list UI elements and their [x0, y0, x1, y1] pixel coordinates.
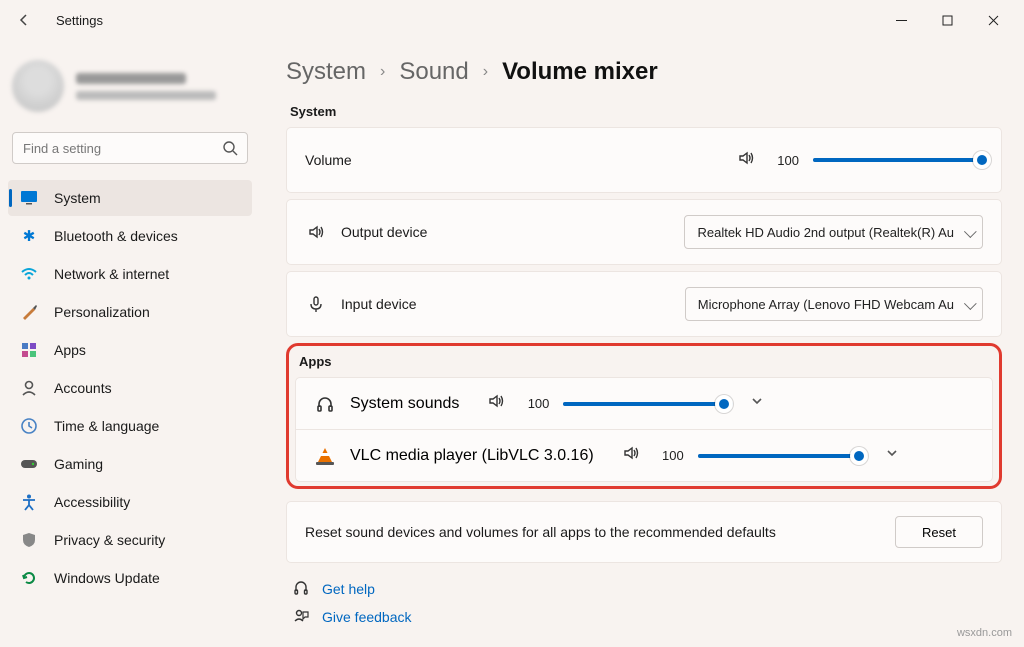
update-icon	[20, 569, 38, 587]
account-block[interactable]	[8, 52, 252, 130]
avatar	[12, 60, 64, 112]
gaming-icon	[20, 455, 38, 473]
back-button[interactable]	[8, 4, 40, 36]
headphones-icon	[314, 395, 336, 413]
nav-accounts[interactable]: Accounts	[8, 370, 252, 406]
input-device-label: Input device	[341, 296, 417, 312]
shield-icon	[20, 531, 38, 549]
minimize-button[interactable]	[878, 4, 924, 36]
watermark: wsxdn.com	[957, 627, 1012, 639]
nav-windows-update[interactable]: Windows Update	[8, 560, 252, 596]
person-icon	[20, 379, 38, 397]
app-volume-slider[interactable]	[698, 446, 868, 466]
search-icon	[222, 140, 238, 161]
volume-label: Volume	[305, 152, 352, 168]
nav-label: Bluetooth & devices	[54, 228, 178, 244]
output-device-selected: Realtek HD Audio 2nd output (Realtek(R) …	[697, 225, 954, 240]
nav-personalization[interactable]: Personalization	[8, 294, 252, 330]
get-help-text[interactable]: Get help	[322, 581, 375, 597]
speaker-icon[interactable]	[737, 149, 755, 172]
window-title: Settings	[56, 13, 103, 28]
nav-accessibility[interactable]: Accessibility	[8, 484, 252, 520]
output-device-dropdown[interactable]: Realtek HD Audio 2nd output (Realtek(R) …	[684, 215, 983, 249]
sidebar: System ✱ Bluetooth & devices Network & i…	[0, 40, 260, 647]
input-device-card: Input device Microphone Array (Lenovo FH…	[286, 271, 1002, 337]
main-content: System › Sound › Volume mixer System Vol…	[260, 40, 1024, 647]
reset-card: Reset sound devices and volumes for all …	[286, 501, 1002, 563]
app-volume-value: 100	[654, 448, 684, 463]
account-email-blur	[76, 91, 216, 100]
nav-network[interactable]: Network & internet	[8, 256, 252, 292]
monitor-icon	[20, 189, 38, 207]
give-feedback-text[interactable]: Give feedback	[322, 609, 412, 625]
nav-label: System	[54, 190, 101, 206]
nav-label: Accounts	[54, 380, 112, 396]
speaker-icon[interactable]	[622, 444, 640, 467]
nav-gaming[interactable]: Gaming	[8, 446, 252, 482]
breadcrumb-system[interactable]: System	[286, 58, 366, 86]
feedback-icon	[292, 609, 310, 625]
chevron-right-icon: ›	[483, 63, 488, 81]
nav-privacy[interactable]: Privacy & security	[8, 522, 252, 558]
breadcrumb-current: Volume mixer	[502, 58, 658, 86]
nav-bluetooth[interactable]: ✱ Bluetooth & devices	[8, 218, 252, 254]
nav-label: Privacy & security	[54, 532, 165, 548]
nav-label: Windows Update	[54, 570, 160, 586]
microphone-icon	[305, 295, 327, 313]
expand-chevron[interactable]	[882, 445, 902, 466]
accessibility-icon	[20, 493, 38, 511]
vlc-icon	[314, 448, 336, 464]
expand-chevron[interactable]	[747, 393, 767, 414]
close-button[interactable]	[970, 4, 1016, 36]
app-label: System sounds	[350, 395, 459, 413]
app-row-system-sounds: System sounds 100	[296, 378, 992, 429]
volume-slider[interactable]	[813, 150, 983, 170]
brush-icon	[20, 303, 38, 321]
nav-label: Network & internet	[54, 266, 169, 282]
volume-card: Volume 100	[286, 127, 1002, 193]
section-system-label: System	[290, 104, 1002, 119]
wifi-icon	[20, 265, 38, 283]
nav-label: Apps	[54, 342, 86, 358]
output-device-card: Output device Realtek HD Audio 2nd outpu…	[286, 199, 1002, 265]
app-volume-value: 100	[519, 396, 549, 411]
apps-highlight: Apps System sounds 100	[286, 343, 1002, 489]
titlebar: Settings	[0, 0, 1024, 40]
chevron-right-icon: ›	[380, 63, 385, 81]
reset-button[interactable]: Reset	[895, 516, 983, 548]
clock-icon	[20, 417, 38, 435]
apps-card: System sounds 100 VLC media player	[295, 377, 993, 482]
breadcrumb-sound[interactable]: Sound	[399, 58, 468, 86]
reset-text: Reset sound devices and volumes for all …	[305, 524, 881, 540]
nav-time-language[interactable]: Time & language	[8, 408, 252, 444]
app-row-vlc: VLC media player (LibVLC 3.0.16) 100	[296, 429, 992, 481]
give-feedback-link[interactable]: Give feedback	[292, 609, 1002, 625]
nav-label: Personalization	[54, 304, 150, 320]
account-name-blur	[76, 73, 186, 84]
apps-icon	[20, 341, 38, 359]
get-help-link[interactable]: Get help	[292, 581, 1002, 597]
section-apps-label: Apps	[299, 354, 993, 369]
nav-label: Accessibility	[54, 494, 130, 510]
help-icon	[292, 581, 310, 597]
nav-label: Time & language	[54, 418, 159, 434]
bluetooth-icon: ✱	[20, 227, 38, 245]
volume-value: 100	[769, 153, 799, 168]
input-device-selected: Microphone Array (Lenovo FHD Webcam Au	[698, 297, 954, 312]
output-device-label: Output device	[341, 224, 427, 240]
nav-label: Gaming	[54, 456, 103, 472]
nav-apps[interactable]: Apps	[8, 332, 252, 368]
search-input[interactable]	[12, 132, 248, 164]
app-label: VLC media player (LibVLC 3.0.16)	[350, 447, 594, 465]
nav-system[interactable]: System	[8, 180, 252, 216]
speaker-icon	[305, 223, 327, 241]
app-volume-slider[interactable]	[563, 394, 733, 414]
input-device-dropdown[interactable]: Microphone Array (Lenovo FHD Webcam Au	[685, 287, 983, 321]
speaker-icon[interactable]	[487, 392, 505, 415]
breadcrumb: System › Sound › Volume mixer	[286, 58, 1002, 86]
maximize-button[interactable]	[924, 4, 970, 36]
